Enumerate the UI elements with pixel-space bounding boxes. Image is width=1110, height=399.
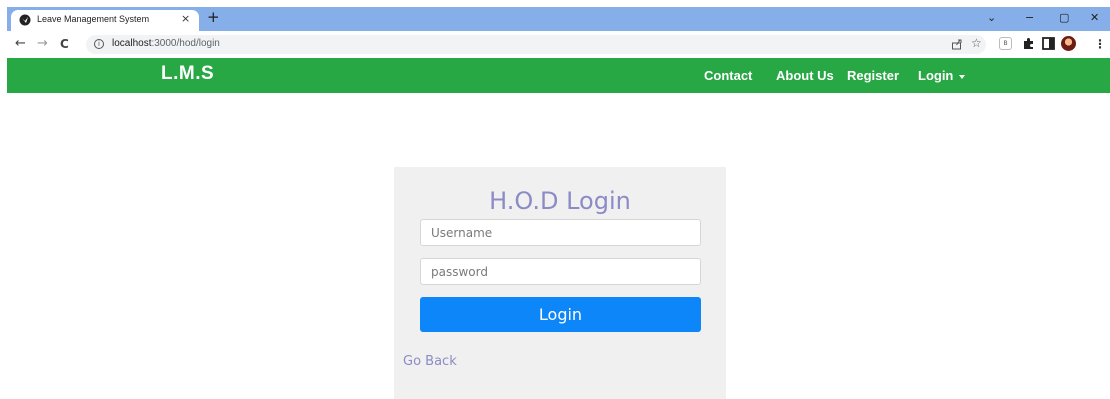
globe-icon xyxy=(19,14,31,26)
browser-toolbar: ← → C i localhost:3000/hod/login ☆ B ⋮ xyxy=(7,31,1110,58)
reload-button[interactable]: C xyxy=(60,37,69,51)
caret-down-icon xyxy=(959,74,966,79)
new-tab-button[interactable]: + xyxy=(207,9,220,25)
login-card: H.O.D Login Login Go Back xyxy=(394,167,726,399)
login-button[interactable]: Login xyxy=(420,297,701,332)
star-icon[interactable]: ☆ xyxy=(971,36,982,50)
nav-dropdown-login[interactable]: Login xyxy=(918,68,966,83)
minimize-button[interactable]: − xyxy=(1025,11,1034,25)
tab-title: Leave Management System xyxy=(37,14,150,24)
share-icon[interactable] xyxy=(951,38,963,50)
username-input[interactable] xyxy=(420,219,701,246)
forward-button[interactable]: → xyxy=(37,37,48,51)
login-title: H.O.D Login xyxy=(489,187,631,215)
tab-search-icon[interactable]: ⌄ xyxy=(987,11,996,25)
nav-link-register[interactable]: Register xyxy=(847,68,899,83)
password-input[interactable] xyxy=(420,258,701,285)
browser-tab[interactable]: Leave Management System × xyxy=(11,10,199,31)
browser-tab-strip: Leave Management System × + ⌄ − ▢ ✕ xyxy=(7,7,1110,31)
extension-badge-icon[interactable]: B xyxy=(999,37,1012,50)
brand-logo[interactable]: L.M.S xyxy=(161,63,214,85)
site-navbar: L.M.S Contact About Us Register Login xyxy=(7,58,1110,93)
maximize-button[interactable]: ▢ xyxy=(1059,11,1069,25)
profile-avatar[interactable] xyxy=(1061,36,1076,51)
back-button[interactable]: ← xyxy=(15,37,26,51)
address-bar[interactable]: i localhost:3000/hod/login ☆ xyxy=(86,35,986,54)
nav-link-contact[interactable]: Contact xyxy=(704,68,752,83)
url-text[interactable]: localhost:3000/hod/login xyxy=(112,38,220,49)
sidebar-icon[interactable] xyxy=(1042,37,1055,50)
menu-dots-icon[interactable]: ⋮ xyxy=(1094,37,1106,51)
close-window-button[interactable]: ✕ xyxy=(1090,11,1099,25)
info-icon[interactable]: i xyxy=(94,39,104,49)
puzzle-icon[interactable] xyxy=(1022,37,1035,50)
nav-link-about-us[interactable]: About Us xyxy=(776,68,834,83)
go-back-link[interactable]: Go Back xyxy=(403,354,457,369)
tab-close-icon[interactable]: × xyxy=(181,12,190,25)
